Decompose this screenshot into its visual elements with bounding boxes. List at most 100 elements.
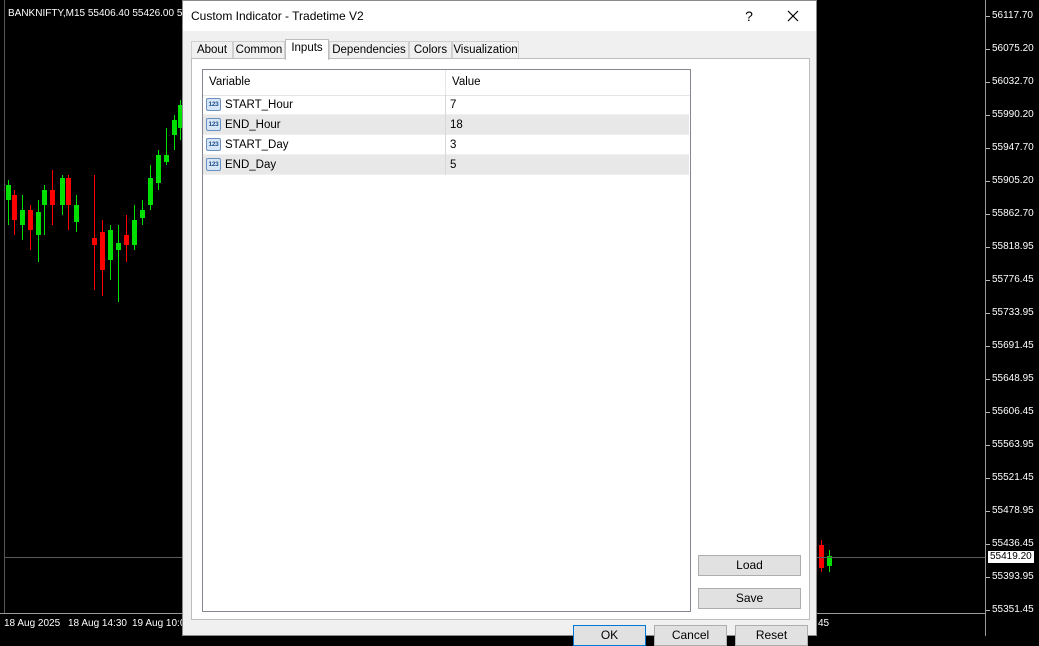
dialog-titlebar[interactable]: Custom Indicator - Tradetime V2 ?: [183, 1, 816, 31]
inputs-grid[interactable]: Variable Value 123 START_Hour 7 123 END_…: [202, 69, 691, 612]
price-tick: [986, 478, 990, 479]
custom-indicator-dialog: Custom Indicator - Tradetime V2 ? About …: [182, 0, 817, 646]
integer-type-icon: 123: [206, 158, 221, 171]
inputs-panel: Variable Value 123 START_Hour 7 123 END_…: [191, 58, 810, 620]
price-label: 55862.70: [992, 208, 1034, 219]
column-header-variable[interactable]: Variable: [203, 70, 445, 95]
price-label: 55436.45: [992, 538, 1034, 549]
time-label: 19 Aug 10:0: [132, 618, 186, 629]
tab-dependencies[interactable]: Dependencies: [329, 41, 409, 59]
price-label: 56117.70: [992, 10, 1033, 21]
table-row[interactable]: 123 END_Day 5: [203, 155, 689, 175]
price-tick: [986, 577, 990, 578]
price-tick: [986, 49, 990, 50]
candle-body: [164, 155, 169, 162]
candle-body: [156, 155, 161, 183]
candle-body: [60, 178, 65, 205]
tab-about[interactable]: About: [191, 41, 233, 59]
price-label: 55818.95: [992, 241, 1034, 252]
price-tick: [986, 544, 990, 545]
tab-visualization[interactable]: Visualization: [452, 41, 519, 59]
chart-left-border: [4, 0, 5, 613]
time-label: 18 Aug 2025: [4, 618, 61, 629]
price-label: 55648.95: [992, 373, 1034, 384]
tab-colors[interactable]: Colors: [409, 41, 452, 59]
dialog-title: Custom Indicator - Tradetime V2: [191, 9, 364, 23]
value-cell[interactable]: 5: [445, 155, 689, 175]
price-label: 56075.20: [992, 43, 1034, 54]
price-label: 55905.20: [992, 175, 1034, 186]
candle-body: [172, 120, 177, 135]
variable-cell: 123 END_Hour: [203, 115, 445, 135]
close-icon: [787, 10, 799, 22]
candle-body: [6, 185, 11, 200]
grid-header: Variable Value: [203, 70, 690, 96]
integer-type-icon: 123: [206, 98, 221, 111]
price-tick: [986, 445, 990, 446]
price-label: 55521.45: [992, 472, 1034, 483]
price-label: 55563.95: [992, 439, 1034, 450]
candle-body: [74, 205, 79, 222]
chart-symbol-title: BANKNIFTY,M15 55406.40 55426.00 55: [8, 8, 188, 19]
price-tick: [986, 214, 990, 215]
value-cell[interactable]: 3: [445, 135, 689, 155]
price-label: 55393.95: [992, 571, 1034, 582]
table-row[interactable]: 123 END_Hour 18: [203, 115, 689, 135]
time-label: 18 Aug 14:30: [68, 618, 127, 629]
close-button[interactable]: [781, 4, 805, 28]
price-tick: [986, 280, 990, 281]
variable-cell: 123 START_Hour: [203, 95, 445, 115]
candle-body: [20, 210, 25, 225]
price-tick: [986, 313, 990, 314]
candle-body: [116, 243, 121, 250]
price-label: 55478.95: [992, 505, 1034, 516]
variable-cell: 123 START_Day: [203, 135, 445, 155]
price-label: 55351.45: [992, 604, 1034, 615]
price-tick: [986, 148, 990, 149]
candle-body: [140, 210, 145, 218]
variable-cell: 123 END_Day: [203, 155, 445, 175]
price-tick: [986, 511, 990, 512]
price-tick: [986, 610, 990, 611]
time-label: 45: [818, 618, 830, 629]
candle-body: [92, 238, 97, 245]
table-row[interactable]: 123 START_Day 3: [203, 135, 689, 155]
candle-body: [36, 212, 41, 235]
price-tick: [986, 115, 990, 116]
price-label: 55776.45: [992, 274, 1034, 285]
tab-inputs[interactable]: Inputs: [285, 39, 329, 60]
price-tick: [986, 379, 990, 380]
variable-name: START_Day: [225, 139, 289, 151]
candle-body: [28, 210, 33, 230]
value-cell[interactable]: 7: [445, 95, 689, 115]
price-label: 55691.45: [992, 340, 1034, 351]
price-tick: [986, 181, 990, 182]
candle-wick: [118, 225, 119, 302]
value-cell[interactable]: 18: [445, 115, 689, 135]
candle-body: [108, 230, 113, 260]
price-tick: [986, 247, 990, 248]
column-header-value[interactable]: Value: [446, 70, 690, 95]
price-label: 56032.70: [992, 76, 1034, 87]
price-label: 55733.95: [992, 307, 1034, 318]
variable-name: END_Day: [225, 159, 277, 171]
candle-body: [12, 195, 17, 220]
price-axis[interactable]: 56117.70 56075.20 56032.70 55990.20 55947.70…: [985, 0, 1039, 636]
current-price-label: 55419.20: [988, 551, 1034, 563]
load-button[interactable]: Load: [698, 555, 801, 576]
table-row[interactable]: 123 START_Hour 7: [203, 95, 689, 115]
price-tick: [986, 16, 990, 17]
candle-body: [124, 235, 129, 245]
tab-common[interactable]: Common: [233, 41, 285, 59]
price-label: 55606.45: [992, 406, 1034, 417]
candle-body: [148, 178, 153, 205]
price-tick: [986, 412, 990, 413]
candle-body: [66, 178, 71, 205]
save-button[interactable]: Save: [698, 588, 801, 609]
candle-body: [100, 232, 105, 270]
help-button[interactable]: ?: [739, 6, 759, 26]
candle-body: [50, 190, 55, 205]
integer-type-icon: 123: [206, 118, 221, 131]
price-label: 55990.20: [992, 109, 1034, 120]
candle-body: [42, 190, 47, 205]
